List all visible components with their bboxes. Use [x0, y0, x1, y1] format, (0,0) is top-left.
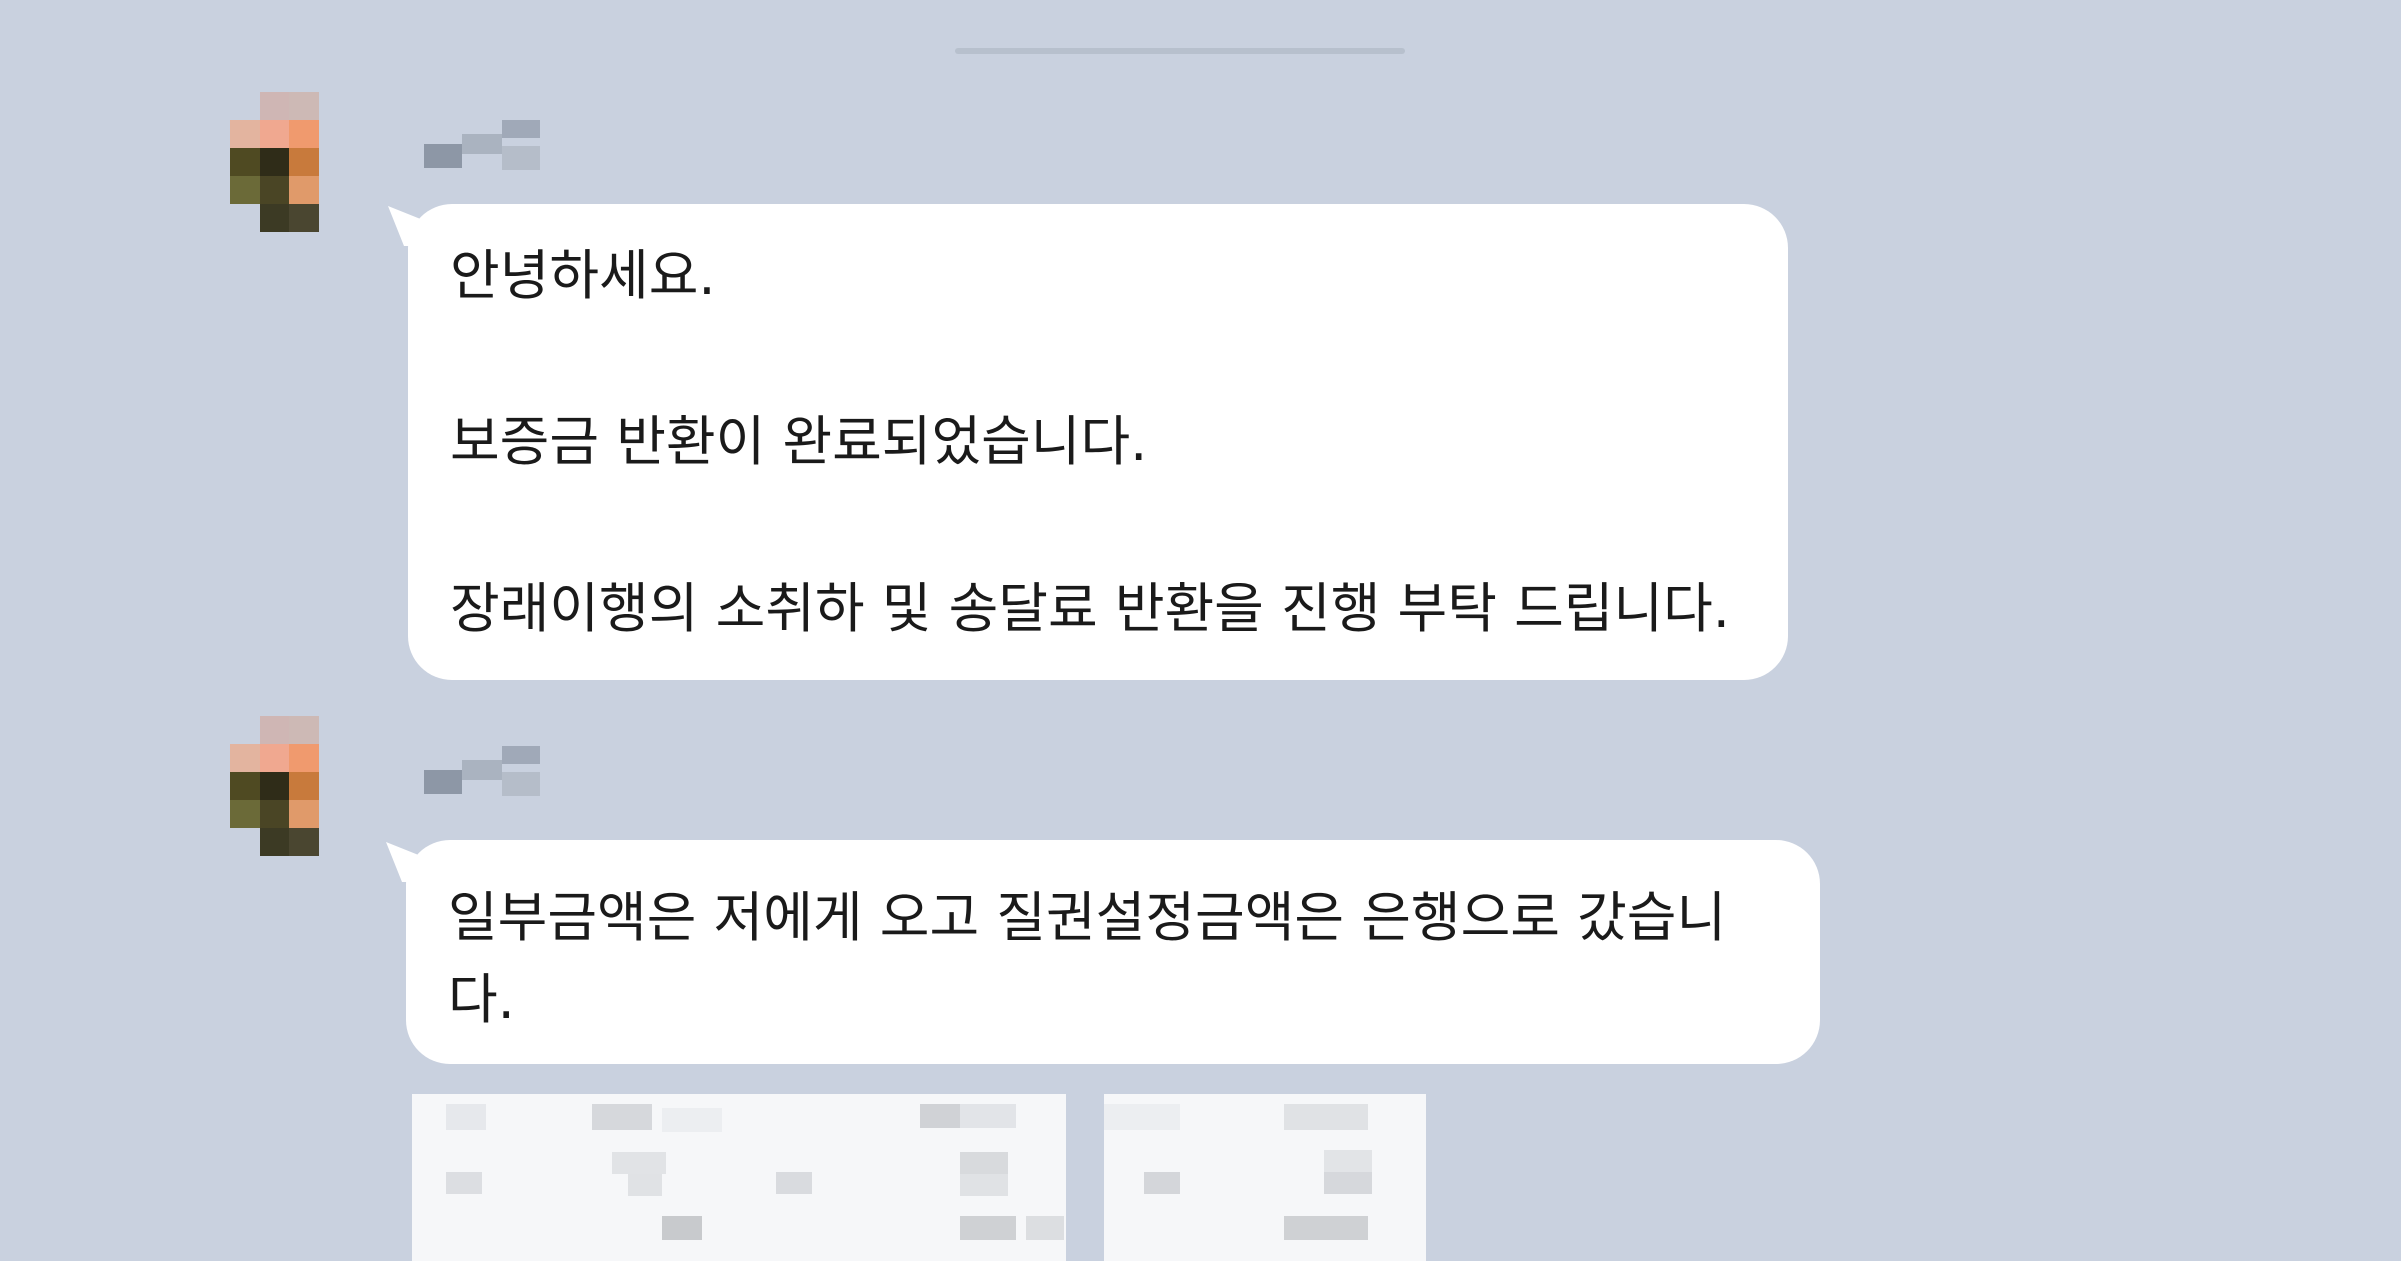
- message-bubble[interactable]: 일부금액은 저에게 오고 질권설정금액은 은행으로 갔습니 다.: [406, 840, 1820, 1064]
- sender-name-obscured: [424, 744, 540, 800]
- message-bubble[interactable]: 안녕하세요. 보증금 반환이 완료되었습니다. 장래이행의 소취하 및 송달료 …: [408, 204, 1788, 680]
- image-thumbnail-icon[interactable]: [1104, 1094, 1426, 1261]
- sender-name-obscured: [424, 118, 540, 174]
- message-text: 일부금액은 저에게 오고 질권설정금액은 은행으로 갔습니: [448, 886, 1727, 949]
- scroll-indicator[interactable]: [955, 48, 1405, 54]
- sender-avatar-icon[interactable]: [230, 92, 348, 232]
- message-text: 장래이행의 소취하 및 송달료 반환을 진행 부탁 드립니다.: [450, 577, 1730, 640]
- chat-screen: 안녕하세요. 보증금 반환이 완료되었습니다. 장래이행의 소취하 및 송달료 …: [0, 0, 2401, 1261]
- message-text: 다.: [448, 968, 515, 1031]
- message-text: 보증금 반환이 완료되었습니다.: [450, 410, 1148, 473]
- sender-avatar-icon[interactable]: [230, 716, 348, 856]
- image-thumbnail-icon[interactable]: [412, 1094, 1066, 1261]
- message-text: 안녕하세요.: [450, 244, 716, 307]
